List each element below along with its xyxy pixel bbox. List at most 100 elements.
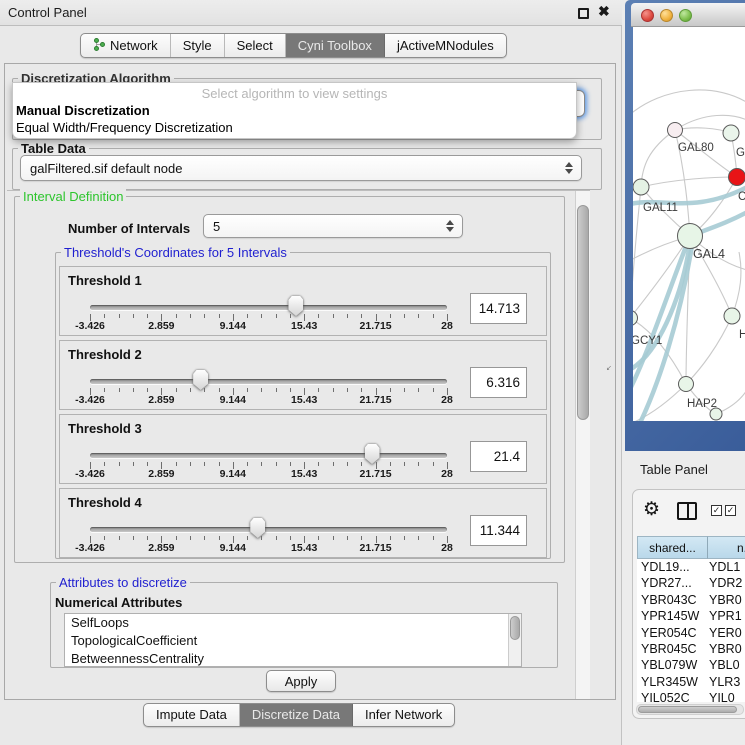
tab-select[interactable]: Select xyxy=(225,34,286,57)
threshold-panel-2: Threshold 2-3.4262.8599.14415.4321.71528… xyxy=(59,340,547,410)
GCY1-node[interactable] xyxy=(633,311,638,326)
horizontal-scrollbar[interactable] xyxy=(636,704,744,715)
GAL11-node[interactable] xyxy=(633,179,649,195)
cell-name[interactable]: YBR0 xyxy=(705,641,742,657)
cell-shared-name[interactable]: YIL052C xyxy=(637,690,705,702)
network-edge[interactable] xyxy=(732,252,741,316)
network-window-titlebar[interactable] xyxy=(631,3,745,27)
network-edge[interactable] xyxy=(633,187,641,318)
tab-style[interactable]: Style xyxy=(171,34,225,57)
cell-shared-name[interactable]: YBR043C xyxy=(637,592,705,608)
tab-cyni-toolbox[interactable]: Cyni Toolbox xyxy=(286,34,385,57)
right-node[interactable] xyxy=(724,308,740,324)
top-tab-bar: NetworkStyleSelectCyni ToolboxjActiveMNo… xyxy=(80,33,507,58)
algorithm-dropdown-popup: Select algorithm to view settings Manual… xyxy=(12,82,577,139)
HAP2-node[interactable] xyxy=(679,377,694,392)
cell-shared-name[interactable]: YPR145W xyxy=(637,608,705,624)
cell-name[interactable]: YBR0 xyxy=(705,592,742,608)
slider-tick-labels: -3.4262.8599.14415.4321.71528 xyxy=(90,468,447,481)
cell-name[interactable]: YLR3 xyxy=(705,674,740,690)
network-view-window[interactable]: GAL80GALCGAL11GAL4GCY1HHAP2 xyxy=(625,0,745,451)
column-layout-icon[interactable] xyxy=(677,502,697,520)
table-row[interactable]: YDR27...YDR2 xyxy=(637,575,745,591)
threshold-value-field[interactable]: 21.4 xyxy=(470,441,527,472)
cell-name[interactable]: YPR1 xyxy=(705,608,742,624)
cell-shared-name[interactable]: YBL079W xyxy=(637,657,705,673)
GAL80-node[interactable] xyxy=(668,123,683,138)
scrollbar-thumb[interactable] xyxy=(577,205,589,420)
slider-track[interactable] xyxy=(90,305,447,310)
float-window-icon[interactable] xyxy=(578,8,589,19)
network-edge[interactable] xyxy=(686,316,732,384)
cell-shared-name[interactable]: YDR27... xyxy=(637,575,705,591)
cell-shared-name[interactable]: YBR045C xyxy=(637,641,705,657)
cell-shared-name[interactable]: YLR345W xyxy=(637,674,705,690)
cell-name[interactable]: YER0 xyxy=(705,625,742,641)
network-canvas[interactable]: GAL80GALCGAL11GAL4GCY1HHAP2 xyxy=(633,27,745,421)
scrollbar-thumb[interactable] xyxy=(638,706,737,713)
table-row[interactable]: YBL079WYBL0 xyxy=(637,657,745,673)
table-row[interactable]: YBR045CYBR0 xyxy=(637,641,745,657)
column-header-name[interactable]: n... xyxy=(708,536,745,559)
vertical-scrollbar[interactable] xyxy=(575,191,590,699)
table-row[interactable]: YBR043CYBR0 xyxy=(637,592,745,608)
cell-shared-name[interactable]: YDL19... xyxy=(637,559,705,575)
attributes-list[interactable]: SelfLoopsTopologicalCoefficientBetweenne… xyxy=(64,613,522,667)
table-row[interactable]: YER054CYER0 xyxy=(637,625,745,641)
tab-discretize-data[interactable]: Discretize Data xyxy=(240,704,353,726)
tab-impute-data[interactable]: Impute Data xyxy=(144,704,240,726)
tab-infer-network[interactable]: Infer Network xyxy=(353,704,454,726)
table-row[interactable]: YPR145WYPR1 xyxy=(637,608,745,624)
network-edge[interactable] xyxy=(641,130,675,187)
table-row[interactable]: YIL052CYIL0 xyxy=(637,690,745,702)
gear-icon[interactable]: ⚙ xyxy=(643,498,660,521)
dropdown-item-equal-width[interactable]: Equal Width/Frequency Discretization xyxy=(15,120,575,135)
cell-name[interactable]: YIL0 xyxy=(705,690,735,702)
tab-jactivemnodules[interactable]: jActiveMNodules xyxy=(385,34,506,57)
slider-track[interactable] xyxy=(90,527,447,532)
close-icon[interactable]: ✖ xyxy=(598,3,610,20)
tab-network[interactable]: Network xyxy=(81,34,171,57)
threshold-value-field[interactable]: 6.316 xyxy=(470,367,527,398)
attribute-list-item[interactable]: TopologicalCoefficient xyxy=(65,632,521,650)
red-node[interactable] xyxy=(729,169,745,186)
apply-button[interactable]: Apply xyxy=(266,670,336,692)
attribute-list-item[interactable]: SelfLoops xyxy=(65,614,521,632)
GAL4-node[interactable] xyxy=(678,224,703,249)
slider-track[interactable] xyxy=(90,379,447,384)
control-panel-titlebar: Control Panel ✖ xyxy=(0,0,622,26)
cell-name[interactable]: YBL0 xyxy=(705,657,740,673)
panel-title: Control Panel xyxy=(8,5,87,20)
threshold-value-field[interactable]: 11.344 xyxy=(470,515,527,546)
list-scrollbar[interactable] xyxy=(508,614,521,666)
dropdown-placeholder: Select algorithm to view settings xyxy=(13,86,576,101)
cell-shared-name[interactable]: YER054C xyxy=(637,625,705,641)
threshold-panel-3: Threshold 3-3.4262.8599.14415.4321.71528… xyxy=(59,414,547,484)
minimize-traffic-light-icon[interactable] xyxy=(660,9,673,22)
node-label: GAL11 xyxy=(643,202,678,214)
slider-track[interactable] xyxy=(90,453,447,458)
network-edge[interactable] xyxy=(641,177,737,187)
table-row[interactable]: YDL19...YDL1 xyxy=(637,559,745,575)
network-graph[interactable]: GAL80GALCGAL11GAL4GCY1HHAP2 xyxy=(633,27,745,421)
dropdown-item-manual[interactable]: Manual Discretization xyxy=(15,103,575,118)
cell-name[interactable]: YDR2 xyxy=(705,575,742,591)
checkbox-icon[interactable]: ✓ xyxy=(725,505,736,516)
close-traffic-light-icon[interactable] xyxy=(641,9,654,22)
attribute-list-item[interactable]: BetweennessCentrality xyxy=(65,650,521,667)
table-data-combobox[interactable]: galFiltered.sif default node xyxy=(20,155,582,181)
num-intervals-combobox[interactable]: 5 xyxy=(203,214,463,238)
cell-name[interactable]: YDL1 xyxy=(705,559,740,575)
top-right-node[interactable] xyxy=(723,125,739,141)
checkbox-icon[interactable]: ✓ xyxy=(711,505,722,516)
resize-grip-icon[interactable]: ↙ xyxy=(606,364,612,370)
network-edge[interactable] xyxy=(633,384,686,421)
network-edge[interactable] xyxy=(633,90,745,117)
threshold-value-field[interactable]: 14.713 xyxy=(470,293,527,324)
node-label: GCY1 xyxy=(633,335,662,347)
zoom-traffic-light-icon[interactable] xyxy=(679,9,692,22)
node-label: C xyxy=(738,191,745,203)
table-row[interactable]: YLR345WYLR3 xyxy=(637,674,745,690)
column-header-shared-name[interactable]: shared... xyxy=(637,536,708,559)
scrollbar-thumb[interactable] xyxy=(510,616,520,640)
